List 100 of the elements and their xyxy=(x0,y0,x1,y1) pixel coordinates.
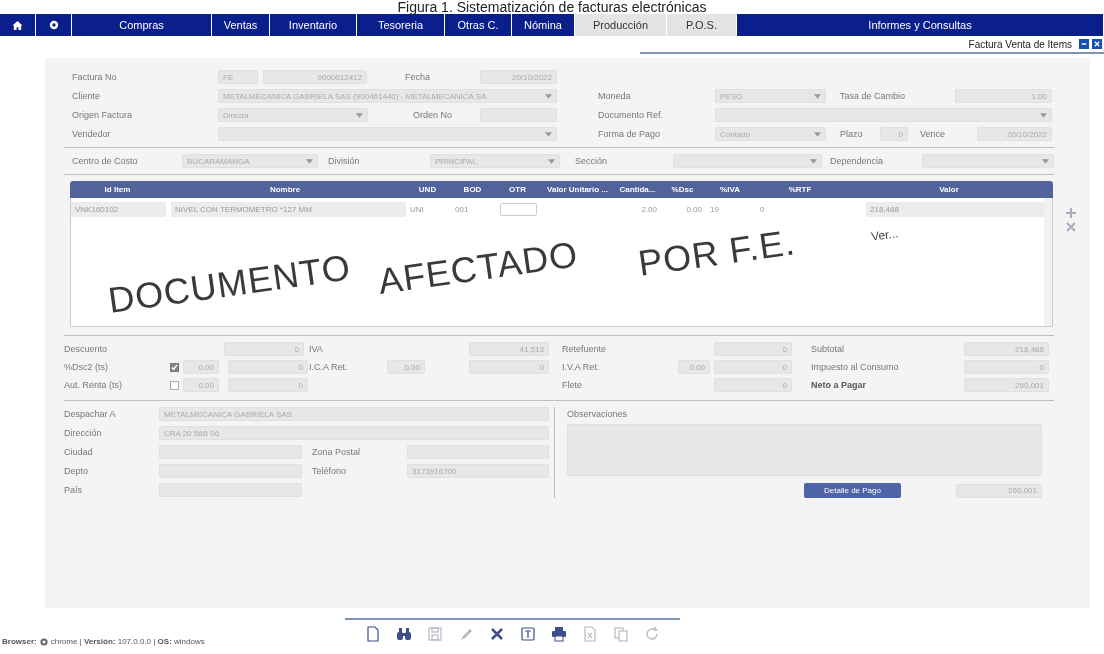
caret-icon xyxy=(545,131,552,137)
field-label: Descuento xyxy=(64,344,109,354)
stamp-text: DOCUMENTO xyxy=(106,249,353,319)
input-field[interactable] xyxy=(500,202,537,216)
menu-item[interactable]: Producción xyxy=(575,14,667,36)
field-label: Aut. Renta (ts) xyxy=(64,380,124,390)
field-label: Centro de Costo xyxy=(72,156,139,166)
column-header[interactable]: %Dsc xyxy=(660,185,705,194)
menu-item[interactable]: Compras xyxy=(72,14,212,36)
table-cell: NIVEL CON TERMOMETRO *127 MM xyxy=(171,201,406,217)
field-label: Moneda xyxy=(598,91,632,101)
stamp-note: Ver... xyxy=(870,226,900,244)
column-header[interactable]: Nombre xyxy=(165,185,405,194)
field-label: Ciudad xyxy=(64,447,94,457)
menu-item[interactable]: Tesoreria xyxy=(357,14,445,36)
pencil-icon xyxy=(458,626,474,642)
column-header[interactable]: %RTF xyxy=(755,185,845,194)
dropdown[interactable]: BUCARAMANGA xyxy=(182,154,318,168)
input-field[interactable]: 20/10/2022 xyxy=(480,70,557,84)
payment-detail-button[interactable]: Detalle de Pago xyxy=(804,483,901,498)
field-label: Neto a Pagar xyxy=(811,380,868,390)
caret-icon xyxy=(1040,112,1047,118)
settings-icon[interactable] xyxy=(48,20,59,30)
table-cell: VNK160102 xyxy=(71,201,166,217)
save-icon xyxy=(427,626,443,642)
close-icon xyxy=(489,626,505,642)
column-header[interactable]: %IVA xyxy=(705,185,755,194)
toolbar-button[interactable] xyxy=(551,626,567,642)
column-header[interactable]: Valor xyxy=(845,185,1053,194)
close-icon[interactable] xyxy=(1066,222,1076,232)
field-label: Tasa de Cambio xyxy=(840,91,907,101)
table-cell-text: 0 xyxy=(759,204,766,214)
dropdown[interactable] xyxy=(715,108,1052,122)
dropdown[interactable] xyxy=(922,154,1054,168)
column-header[interactable]: Cantida... xyxy=(615,185,660,194)
menu-item[interactable]: Inventario xyxy=(270,14,357,36)
menu-item[interactable]: P.O.S. xyxy=(667,14,737,36)
scrollbar[interactable] xyxy=(1044,198,1052,326)
checkbox[interactable] xyxy=(170,362,179,372)
dropdown[interactable] xyxy=(218,127,557,141)
check-icon xyxy=(171,363,178,371)
menu-item[interactable]: Ventas xyxy=(212,14,270,36)
field-label: IVA xyxy=(309,344,324,354)
input-field[interactable]: 41,513 xyxy=(469,342,549,356)
toolbar-button[interactable] xyxy=(365,626,381,642)
field-label: Subtotal xyxy=(811,344,846,354)
toolbar-button[interactable] xyxy=(396,626,412,642)
minimize-icon xyxy=(1081,41,1087,47)
toolbar-button[interactable] xyxy=(489,626,505,642)
caret-icon xyxy=(814,131,821,137)
close-button[interactable] xyxy=(1092,39,1102,49)
column-header[interactable]: BOD xyxy=(450,185,495,194)
browser-icon xyxy=(39,637,48,646)
printer-icon xyxy=(551,626,567,642)
caret-icon xyxy=(1042,158,1049,164)
refresh-icon xyxy=(644,626,660,642)
stamp-text: AFECTADO xyxy=(376,236,581,300)
text-icon xyxy=(520,626,536,642)
field-label: País xyxy=(64,485,83,495)
field-label: I.V.A Ret. xyxy=(562,362,601,372)
figure-caption: Figura 1. Sistematización de facturas electrónicas xyxy=(396,0,708,14)
field-label: Observaciones xyxy=(567,409,629,419)
field-label: Despachar A xyxy=(64,409,117,419)
field-label: I.C.A Ret. xyxy=(309,362,349,372)
field-label: Factura No xyxy=(72,72,118,82)
add-icon[interactable] xyxy=(1066,208,1076,218)
menu-item[interactable]: Otras C. xyxy=(445,14,512,36)
input-field[interactable]: 20/10/2022 xyxy=(977,127,1052,141)
window-title: Factura Venta de Items xyxy=(968,38,1072,50)
checkbox[interactable] xyxy=(170,380,179,390)
field-label: Cliente xyxy=(72,91,101,101)
caret-icon xyxy=(306,158,313,164)
table-cell-text: 2.00 xyxy=(640,204,658,214)
dropdown[interactable]: PRINCIPAL xyxy=(430,154,560,168)
table-cell-text: 001 xyxy=(454,204,470,214)
close-icon xyxy=(1094,41,1100,47)
field-label: Retefuente xyxy=(562,344,608,354)
stamp-text: POR F.E. xyxy=(636,224,798,282)
table-cell: 218,488 xyxy=(866,201,1044,217)
caret-icon xyxy=(545,93,552,99)
home-icon[interactable] xyxy=(12,19,23,31)
field-label: Dirección xyxy=(64,428,103,438)
dropdown[interactable] xyxy=(673,154,822,168)
table-cell-text: 19 xyxy=(709,204,720,214)
field-label: %Dsc2 (ts) xyxy=(64,362,109,372)
column-header[interactable]: OTR xyxy=(495,185,540,194)
caret-icon xyxy=(814,93,821,99)
menu-item[interactable]: Informes y Consultas xyxy=(737,14,1104,36)
field-label: Orden No xyxy=(413,110,454,120)
column-header[interactable]: UND xyxy=(405,185,450,194)
spreadsheet-icon xyxy=(582,626,598,642)
toolbar-button[interactable] xyxy=(520,626,536,642)
input-field[interactable]: 0000012412 xyxy=(263,70,367,84)
caret-icon xyxy=(810,158,817,164)
field-label: Teléfono xyxy=(312,466,348,476)
version-info: chrome | Versión: 107.0.0.0 | OS: windows xyxy=(50,637,205,646)
field-label: Depto xyxy=(64,466,90,476)
minimize-button[interactable] xyxy=(1079,39,1089,49)
column-header[interactable]: Valor Unitario ... xyxy=(540,185,615,194)
column-header[interactable]: Id Item xyxy=(70,185,165,194)
